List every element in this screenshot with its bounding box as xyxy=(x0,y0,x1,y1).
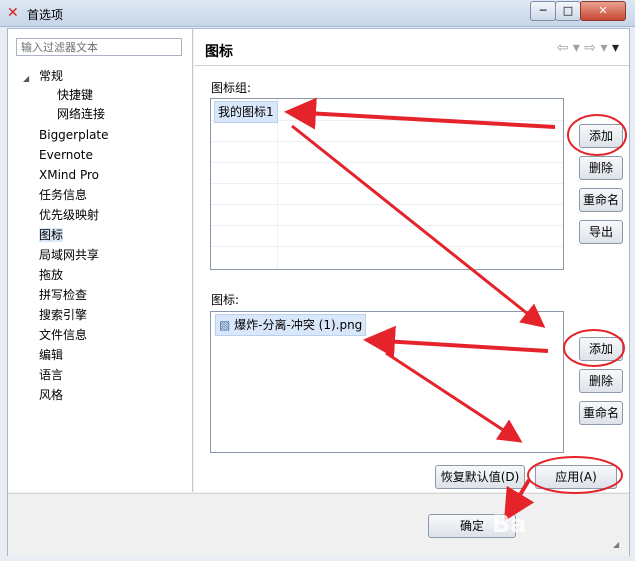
view-menu-icon[interactable]: ▾ xyxy=(612,40,619,56)
list-item[interactable]: 我的图标1 xyxy=(214,101,278,123)
tree-item-edit[interactable]: 编辑 xyxy=(39,346,63,364)
forward-menu-icon[interactable]: ▾ xyxy=(600,40,607,56)
tree-item-spellcheck[interactable]: 拼写检查 xyxy=(39,286,87,304)
minimize-button[interactable]: ─ xyxy=(530,1,556,21)
header-divider xyxy=(194,65,629,66)
tree-item-network[interactable]: 网络连接 xyxy=(57,105,105,123)
back-arrow-icon[interactable]: ⇦ xyxy=(557,40,569,56)
maximize-button[interactable]: □ xyxy=(555,1,581,21)
title-bar: ✕ 首选项 ─ □ ✕ xyxy=(0,0,635,27)
restore-defaults-button[interactable]: 恢复默认值(D) xyxy=(435,465,525,489)
icon-file-item[interactable]: ▧ 爆炸-分离-冲突 (1).png xyxy=(215,314,367,336)
forward-arrow-icon[interactable]: ⇨ xyxy=(584,40,596,56)
add-icon-button[interactable]: 添加 xyxy=(579,337,623,361)
preferences-dialog: 输入过滤器文本 ◢ 常规 快捷键 网络连接 Biggerplate Everno… xyxy=(7,28,630,556)
tree-item-evernote[interactable]: Evernote xyxy=(39,146,93,164)
image-file-icon: ▧ xyxy=(219,318,231,332)
close-button[interactable]: ✕ xyxy=(580,1,626,21)
tree-item-style[interactable]: 风格 xyxy=(39,386,63,404)
icon-groups-list[interactable]: 我的图标1 xyxy=(210,98,564,270)
add-group-button[interactable]: 添加 xyxy=(579,124,623,148)
page-title: 图标 xyxy=(205,44,233,60)
back-menu-icon[interactable]: ▾ xyxy=(573,40,580,56)
tree-item-icons[interactable]: 图标 xyxy=(39,226,64,244)
tree-item-lan-share[interactable]: 局域网共享 xyxy=(39,246,99,264)
tree-item-general[interactable]: 常规 xyxy=(39,67,63,85)
resize-grip-icon[interactable]: ◢ xyxy=(613,540,621,549)
tree-item-search-engine[interactable]: 搜索引擎 xyxy=(39,306,87,324)
tree-item-drag-drop[interactable]: 拖放 xyxy=(39,266,63,284)
icons-list[interactable]: ▧ 爆炸-分离-冲突 (1).png xyxy=(210,311,564,453)
app-logo-icon: ✕ xyxy=(7,5,19,21)
delete-icon-button[interactable]: 删除 xyxy=(579,369,623,393)
apply-button[interactable]: 应用(A) xyxy=(535,465,617,489)
settings-panel: 图标 ⇦ ▾ ⇨ ▾ ▾ 图标组: 我的图标1 添加 删除 重命名 导出 图标: xyxy=(194,29,629,492)
watermark-text: Ba xyxy=(492,510,527,538)
tree-item-language[interactable]: 语言 xyxy=(39,366,63,384)
tree-item-xmind-pro[interactable]: XMind Pro xyxy=(39,166,99,184)
tree-item-biggerplate[interactable]: Biggerplate xyxy=(39,126,109,144)
tree-item-task-info[interactable]: 任务信息 xyxy=(39,186,87,204)
window-title: 首选项 xyxy=(27,8,64,22)
icons-label: 图标: xyxy=(211,293,240,307)
rename-group-button[interactable]: 重命名 xyxy=(579,188,623,212)
filter-input[interactable]: 输入过滤器文本 xyxy=(16,38,182,56)
rename-icon-button[interactable]: 重命名 xyxy=(579,401,623,425)
tree-item-file-info[interactable]: 文件信息 xyxy=(39,326,87,344)
left-panel: 输入过滤器文本 ◢ 常规 快捷键 网络连接 Biggerplate Everno… xyxy=(8,29,193,492)
tree-item-shortcuts[interactable]: 快捷键 xyxy=(57,86,93,104)
tree-item-priority-map[interactable]: 优先级映射 xyxy=(39,206,99,224)
dialog-footer: 确定 ◢ xyxy=(8,493,629,556)
navigation-tools: ⇦ ▾ ⇨ ▾ ▾ xyxy=(557,40,619,56)
delete-group-button[interactable]: 删除 xyxy=(579,156,623,180)
icon-groups-label: 图标组: xyxy=(211,81,252,95)
collapse-arrow-icon[interactable]: ◢ xyxy=(23,74,29,83)
export-group-button[interactable]: 导出 xyxy=(579,220,623,244)
